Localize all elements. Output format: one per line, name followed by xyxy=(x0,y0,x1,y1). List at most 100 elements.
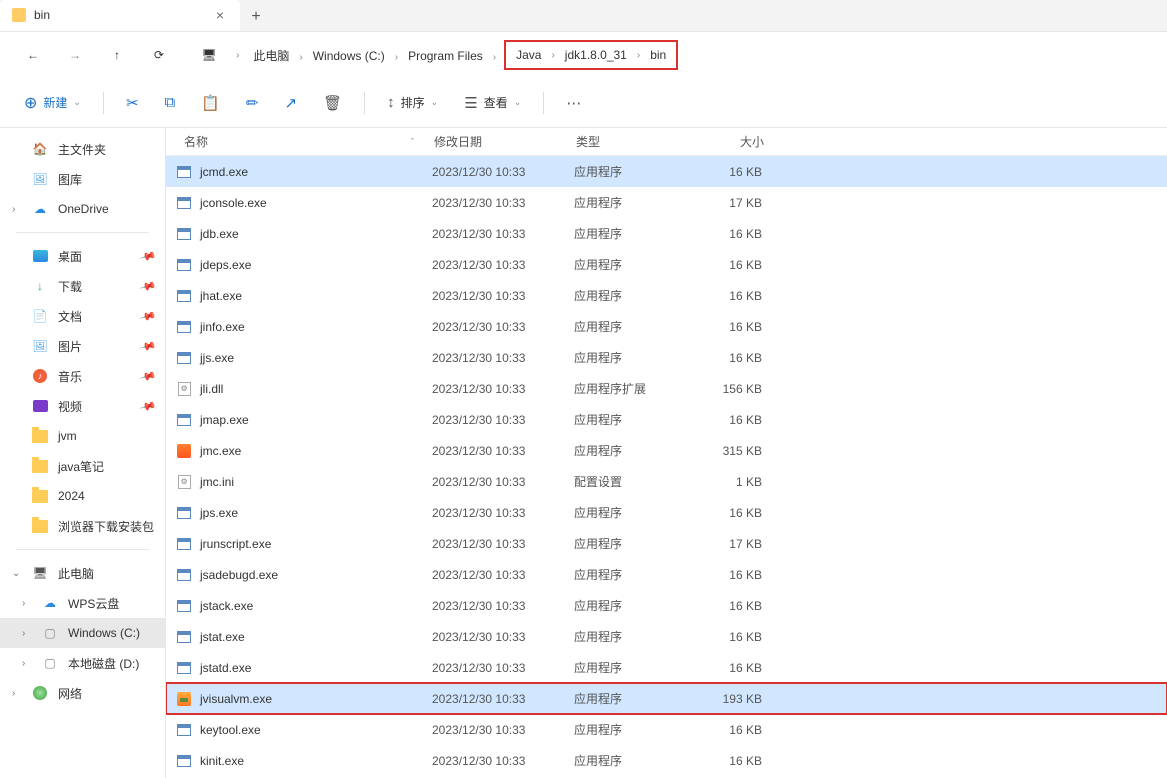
file-size: 16 KB xyxy=(692,754,772,768)
rename-button[interactable]: ✏ xyxy=(236,87,269,119)
share-button[interactable]: ↗ xyxy=(275,87,308,119)
paste-button[interactable]: 📋 xyxy=(191,87,230,119)
cut-button[interactable]: ✂ xyxy=(116,87,149,119)
sidebar-item[interactable]: 🖼图库 xyxy=(0,164,165,194)
sidebar-item[interactable]: 2024 xyxy=(0,481,165,511)
sidebar-item[interactable]: 🖼图片📌 xyxy=(0,331,165,361)
exe-icon xyxy=(176,164,192,180)
back-button[interactable]: ← xyxy=(14,40,52,70)
disk-icon: ▢ xyxy=(42,655,58,671)
sidebar-item[interactable]: ↓下载📌 xyxy=(0,271,165,301)
column-size[interactable]: 大小 xyxy=(694,133,774,150)
table-row[interactable]: jdeps.exe2023/12/30 10:33应用程序16 KB xyxy=(166,249,1167,280)
sidebar-item[interactable]: ♪音乐📌 xyxy=(0,361,165,391)
tab-active[interactable]: bin × xyxy=(0,0,240,31)
table-row[interactable]: keytool.exe2023/12/30 10:33应用程序16 KB xyxy=(166,714,1167,745)
desk-icon xyxy=(32,248,48,264)
sidebar-item[interactable]: 浏览器下载安装包 xyxy=(0,511,165,541)
delete-button[interactable]: 🗑 xyxy=(313,87,352,119)
table-row[interactable]: jconsole.exe2023/12/30 10:33应用程序17 KB xyxy=(166,187,1167,218)
more-button[interactable]: ⋯ xyxy=(556,87,591,119)
file-type: 应用程序 xyxy=(574,659,692,676)
file-date: 2023/12/30 10:33 xyxy=(432,320,574,334)
sidebar-item[interactable]: ›☁OneDrive xyxy=(0,194,165,224)
pc-icon[interactable]: 🖥 xyxy=(190,40,228,70)
new-tab-button[interactable]: + xyxy=(240,3,272,31)
file-size: 16 KB xyxy=(692,165,772,179)
file-type: 应用程序 xyxy=(574,752,692,769)
view-button[interactable]: ☰查看⌄ xyxy=(454,87,531,119)
table-row[interactable]: jps.exe2023/12/30 10:33应用程序16 KB xyxy=(166,497,1167,528)
table-row[interactable]: jcmd.exe2023/12/30 10:33应用程序16 KB xyxy=(166,156,1167,187)
expand-icon[interactable]: › xyxy=(22,658,25,669)
table-row[interactable]: jinfo.exe2023/12/30 10:33应用程序16 KB xyxy=(166,311,1167,342)
table-row[interactable]: jdb.exe2023/12/30 10:33应用程序16 KB xyxy=(166,218,1167,249)
sidebar-item[interactable]: 视频📌 xyxy=(0,391,165,421)
table-row[interactable]: jli.dll2023/12/30 10:33应用程序扩展156 KB xyxy=(166,373,1167,404)
file-size: 17 KB xyxy=(692,196,772,210)
expand-icon[interactable]: › xyxy=(12,204,15,215)
pics-icon: 🖼 xyxy=(32,171,48,187)
column-name[interactable]: 名称ˆ xyxy=(176,133,434,150)
breadcrumb-item[interactable]: Java xyxy=(510,44,547,66)
column-headers: 名称ˆ 修改日期 类型 大小 xyxy=(166,128,1167,156)
column-type[interactable]: 类型 xyxy=(576,133,694,150)
chevron-right-icon: › xyxy=(391,52,402,63)
file-name: jstat.exe xyxy=(200,630,432,644)
table-row[interactable]: kinit.exe2023/12/30 10:33应用程序16 KB xyxy=(166,745,1167,776)
collapse-icon[interactable]: ⌄ xyxy=(12,568,20,579)
sort-button[interactable]: ↕排序⌄ xyxy=(377,87,448,119)
close-tab-button[interactable]: × xyxy=(212,7,228,23)
table-row[interactable]: jstack.exe2023/12/30 10:33应用程序16 KB xyxy=(166,590,1167,621)
sidebar-item[interactable]: 📄文档📌 xyxy=(0,301,165,331)
sidebar-item[interactable]: ›▢Windows (C:) xyxy=(0,618,165,648)
expand-icon[interactable]: › xyxy=(22,598,25,609)
breadcrumb-item[interactable]: Program Files xyxy=(402,45,489,67)
file-type: 应用程序扩展 xyxy=(574,380,692,397)
forward-button[interactable]: → xyxy=(56,40,94,70)
sidebar-item[interactable]: ›网络 xyxy=(0,678,165,708)
sidebar-item[interactable]: jvm xyxy=(0,421,165,451)
file-date: 2023/12/30 10:33 xyxy=(432,506,574,520)
table-row[interactable]: jhat.exe2023/12/30 10:33应用程序16 KB xyxy=(166,280,1167,311)
column-date[interactable]: 修改日期 xyxy=(434,133,576,150)
home-icon: 🏠 xyxy=(32,141,48,157)
table-row[interactable]: jmap.exe2023/12/30 10:33应用程序16 KB xyxy=(166,404,1167,435)
sidebar-item[interactable]: 🏠主文件夹 xyxy=(0,134,165,164)
sidebar: 🏠主文件夹🖼图库›☁OneDrive桌面📌↓下载📌📄文档📌🖼图片📌♪音乐📌视频📌… xyxy=(0,128,166,778)
table-row[interactable]: jrunscript.exe2023/12/30 10:33应用程序17 KB xyxy=(166,528,1167,559)
file-date: 2023/12/30 10:33 xyxy=(432,630,574,644)
sidebar-item[interactable]: ›▢本地磁盘 (D:) xyxy=(0,648,165,678)
table-row[interactable]: jsadebugd.exe2023/12/30 10:33应用程序16 KB xyxy=(166,559,1167,590)
exe-icon xyxy=(176,257,192,273)
expand-icon[interactable]: › xyxy=(22,628,25,639)
folder-icon xyxy=(32,428,48,444)
pin-icon: 📌 xyxy=(139,277,157,295)
file-size: 16 KB xyxy=(692,227,772,241)
table-row[interactable]: jstat.exe2023/12/30 10:33应用程序16 KB xyxy=(166,621,1167,652)
file-name: jli.dll xyxy=(200,382,432,396)
breadcrumb-item[interactable]: Windows (C:) xyxy=(307,45,391,67)
sidebar-item[interactable]: 桌面📌 xyxy=(0,241,165,271)
table-row[interactable]: jstatd.exe2023/12/30 10:33应用程序16 KB xyxy=(166,652,1167,683)
table-row[interactable]: jmc.exe2023/12/30 10:33应用程序315 KB xyxy=(166,435,1167,466)
table-row[interactable]: jvisualvm.exe2023/12/30 10:33应用程序193 KB xyxy=(166,683,1167,714)
table-row[interactable]: jmc.ini2023/12/30 10:33配置设置1 KB xyxy=(166,466,1167,497)
sidebar-item[interactable]: ⌄🖥此电脑 xyxy=(0,558,165,588)
breadcrumb-item[interactable]: bin xyxy=(644,44,672,66)
copy-button[interactable]: ⧉ xyxy=(155,87,186,119)
file-list: 名称ˆ 修改日期 类型 大小 jcmd.exe2023/12/30 10:33应… xyxy=(166,128,1167,778)
up-button[interactable]: ↑ xyxy=(98,40,136,70)
new-button[interactable]: ⊕新建⌄ xyxy=(14,87,91,119)
sidebar-item[interactable]: java笔记 xyxy=(0,451,165,481)
refresh-button[interactable]: ⟳ xyxy=(140,40,178,70)
table-row[interactable]: jjs.exe2023/12/30 10:33应用程序16 KB xyxy=(166,342,1167,373)
breadcrumb-item[interactable]: 此电脑 xyxy=(247,45,295,67)
file-date: 2023/12/30 10:33 xyxy=(432,165,574,179)
file-name: kinit.exe xyxy=(200,754,432,768)
sort-indicator-icon: ˆ xyxy=(411,137,414,147)
sidebar-item[interactable]: ›☁WPS云盘 xyxy=(0,588,165,618)
breadcrumb-item[interactable]: jdk1.8.0_31 xyxy=(559,44,633,66)
expand-icon[interactable]: › xyxy=(12,688,15,699)
cloud-icon: ☁ xyxy=(32,201,48,217)
